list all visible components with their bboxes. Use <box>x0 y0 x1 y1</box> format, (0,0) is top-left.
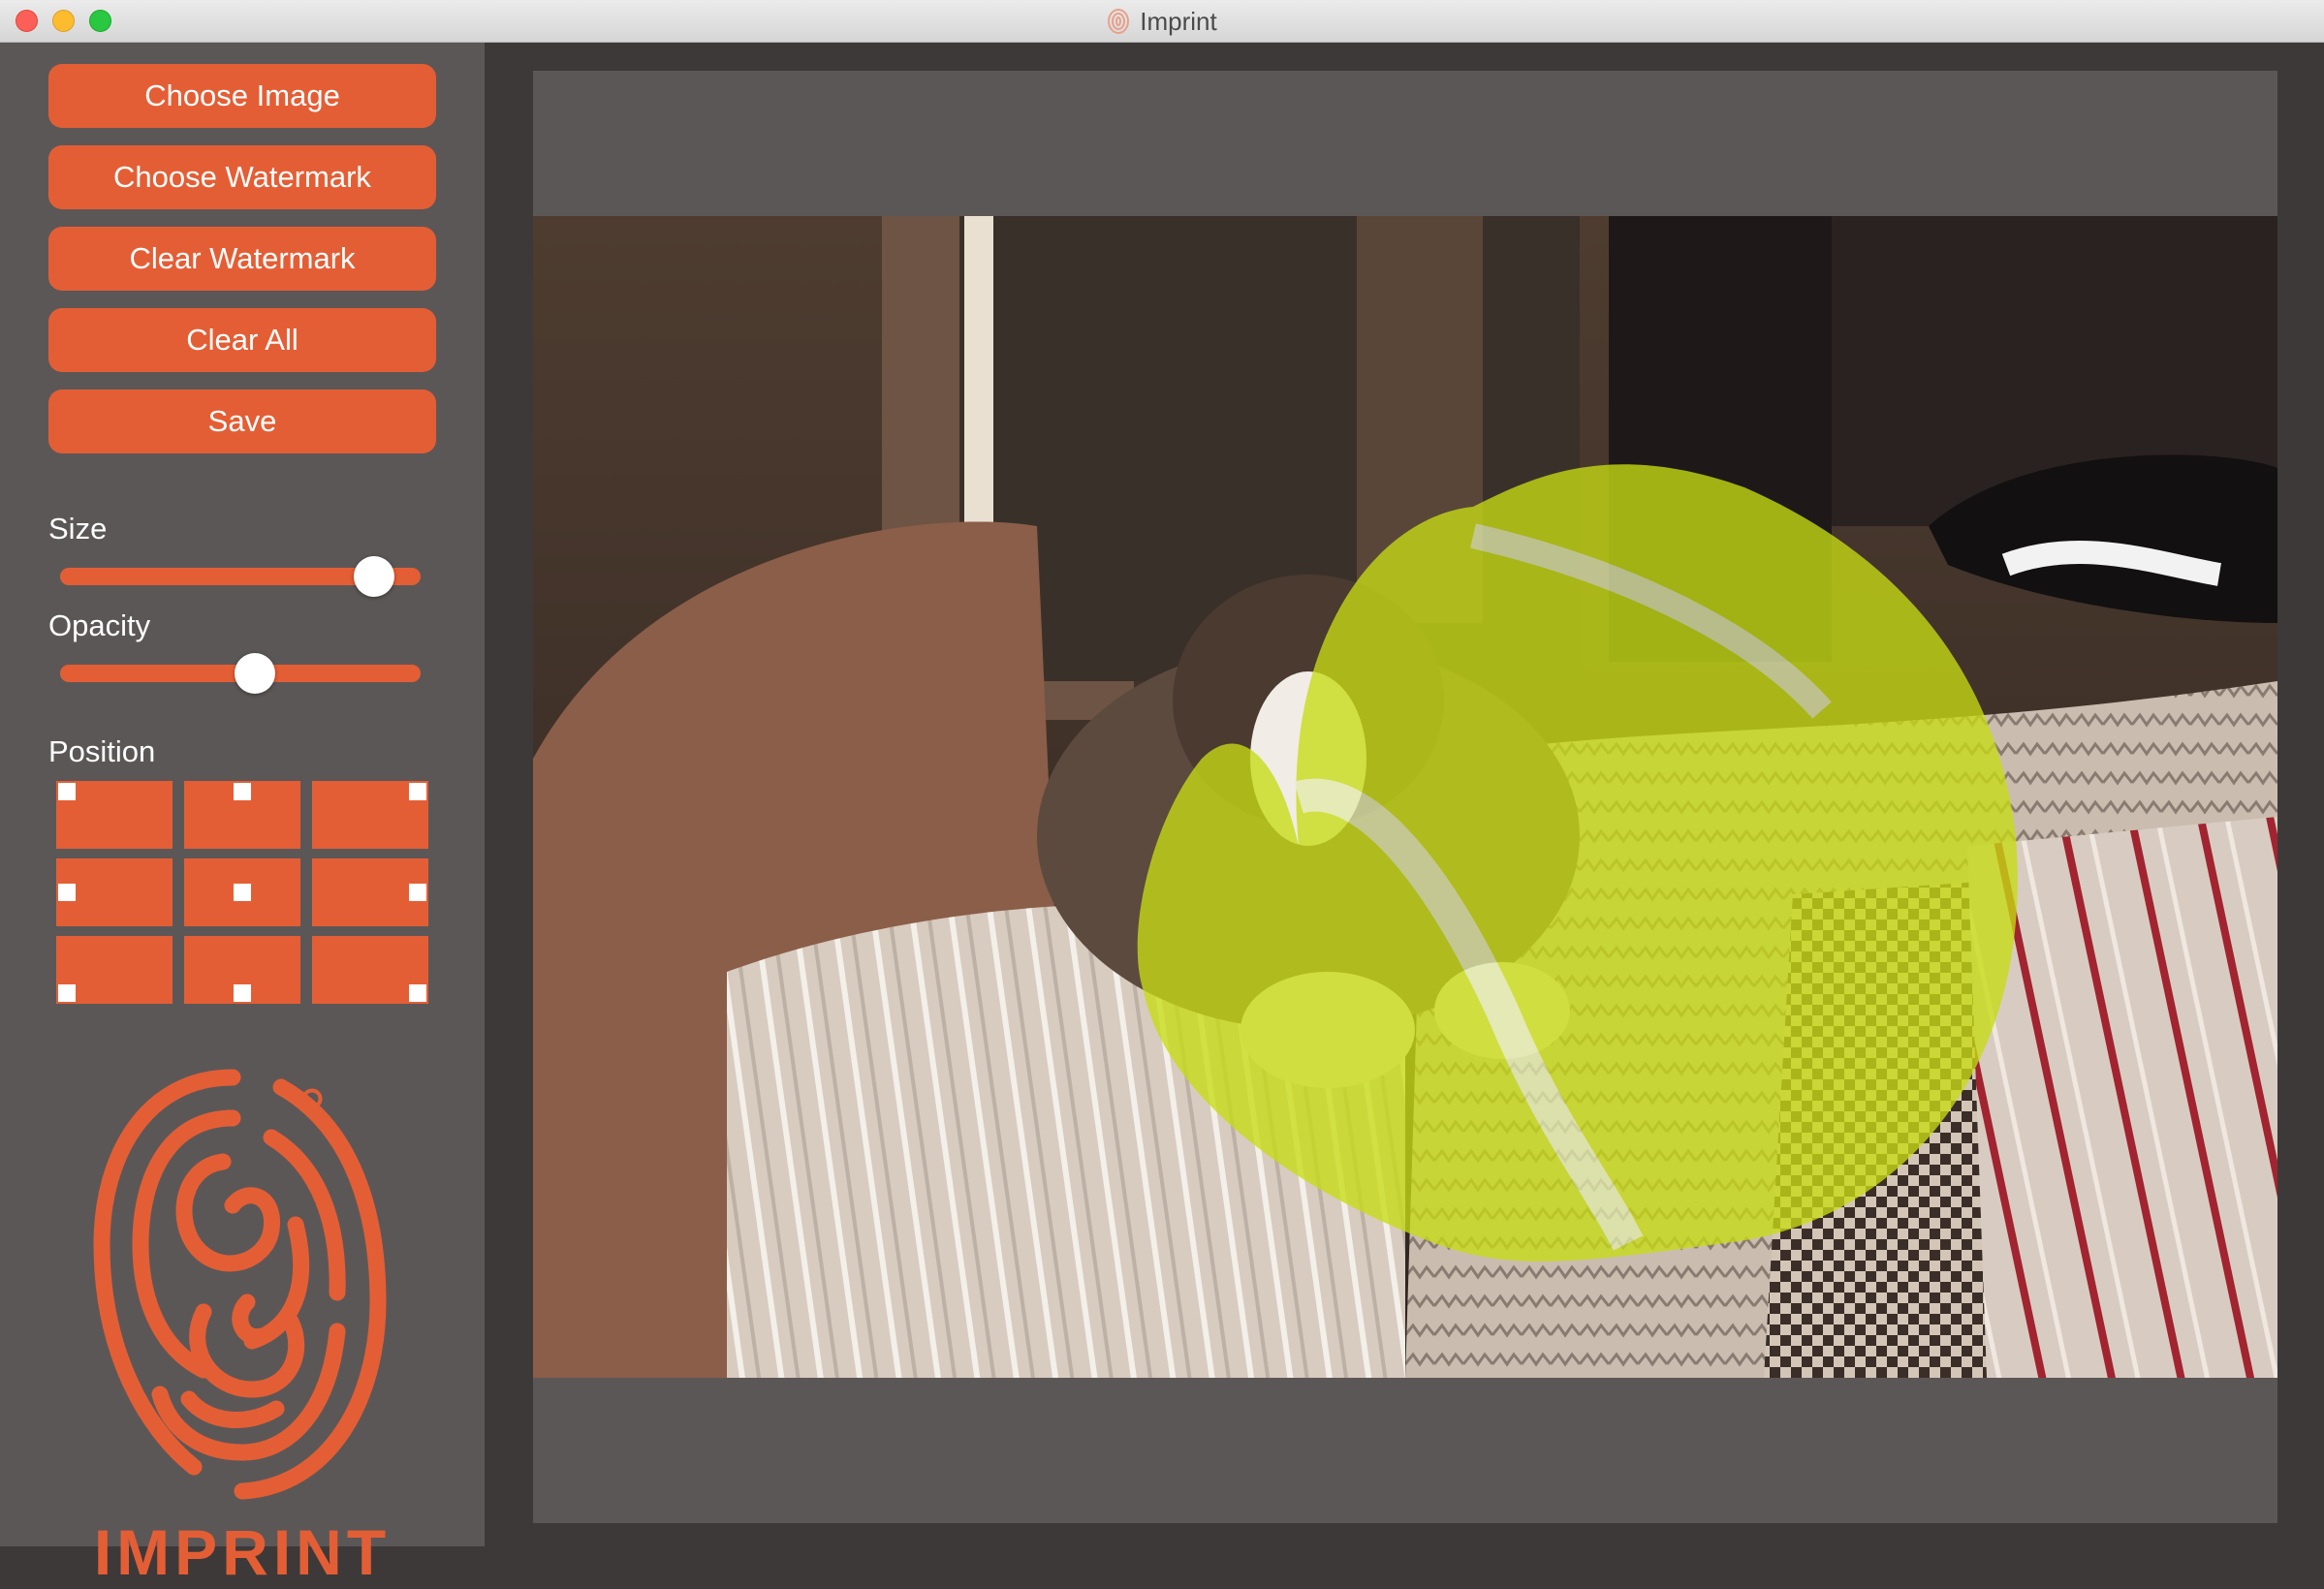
size-slider[interactable] <box>60 556 421 597</box>
window-title: Imprint <box>0 0 2324 43</box>
photo-image <box>533 216 2277 1378</box>
bottom-center-indicator-icon <box>234 984 251 1002</box>
window-title-text: Imprint <box>1140 6 1217 36</box>
top-right-indicator-icon <box>409 783 426 800</box>
position-bottom-left[interactable] <box>56 936 173 1004</box>
size-slider-thumb[interactable] <box>353 556 394 597</box>
choose-watermark-button[interactable]: Choose Watermark <box>48 145 436 209</box>
imprint-logo: IMPRINT <box>87 1060 397 1588</box>
position-top-center[interactable] <box>184 781 300 849</box>
position-middle-right[interactable] <box>312 858 428 926</box>
opacity-slider[interactable] <box>60 653 421 694</box>
clear-watermark-button[interactable]: Clear Watermark <box>48 227 436 291</box>
bottom-left-indicator-icon <box>58 984 76 1002</box>
image-preview[interactable] <box>533 216 2277 1378</box>
top-center-indicator-icon <box>234 783 251 800</box>
clear-all-button[interactable]: Clear All <box>48 308 436 372</box>
choose-image-button[interactable]: Choose Image <box>48 64 436 128</box>
center-indicator-icon <box>234 884 251 901</box>
position-grid <box>56 781 428 1012</box>
position-center[interactable] <box>184 858 300 926</box>
position-top-left[interactable] <box>56 781 173 849</box>
fingerprint-icon <box>1108 9 1130 34</box>
position-middle-left[interactable] <box>56 858 173 926</box>
sidebar: Choose Image Choose Watermark Clear Wate… <box>0 43 485 1588</box>
bottom-right-indicator-icon <box>409 984 426 1002</box>
top-left-indicator-icon <box>58 783 76 800</box>
save-button[interactable]: Save <box>48 389 436 453</box>
position-bottom-right[interactable] <box>312 936 428 1004</box>
middle-left-indicator-icon <box>58 884 76 901</box>
position-top-right[interactable] <box>312 781 428 849</box>
opacity-slider-thumb[interactable] <box>234 653 275 694</box>
title-bar: Imprint <box>0 0 2324 43</box>
fingerprint-logo-icon <box>93 1069 387 1500</box>
logo-text: IMPRINT <box>93 1516 392 1588</box>
position-label: Position <box>48 734 156 768</box>
size-label: Size <box>48 512 108 545</box>
middle-right-indicator-icon <box>409 884 426 901</box>
opacity-label: Opacity <box>48 608 151 642</box>
position-bottom-center[interactable] <box>184 936 300 1004</box>
